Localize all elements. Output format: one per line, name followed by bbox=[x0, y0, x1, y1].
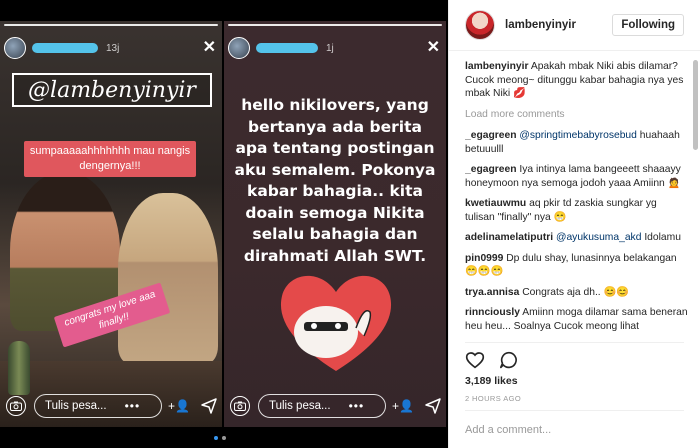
add-person-icon: +👤 bbox=[168, 399, 190, 413]
post-photo[interactable]: 13j ✕ @lambenyinyir sumpaaaaahhhhhhh mau… bbox=[0, 0, 448, 448]
story-reply-field: Tulis pesa... ••• bbox=[258, 394, 386, 418]
more-icon: ••• bbox=[124, 399, 141, 413]
post-actions bbox=[465, 342, 684, 369]
story-username-redacted bbox=[32, 43, 98, 53]
heart-sticker-icon bbox=[280, 275, 392, 371]
post-sidebar: lambenyinyir Following lambenyinyir Apak… bbox=[448, 0, 700, 448]
story-progress-bar bbox=[4, 24, 218, 26]
pager-dot[interactable] bbox=[222, 436, 226, 440]
story-screenshot-left: 13j ✕ @lambenyinyir sumpaaaaahhhhhhh mau… bbox=[0, 21, 222, 427]
story-announcement-text: hello nikilovers, yang bertanya ada beri… bbox=[234, 96, 436, 265]
comment-item: pin0999 Dp dulu shay, lunasinnya belakan… bbox=[465, 252, 688, 279]
story-avatar bbox=[4, 37, 26, 59]
comment-item: _egagreen Iya intinya lama bangeeett sha… bbox=[465, 163, 688, 190]
comment-icon[interactable] bbox=[499, 351, 519, 369]
close-icon: ✕ bbox=[426, 39, 440, 56]
comment-username[interactable]: adelinamelatiputri bbox=[465, 232, 553, 243]
add-person-icon: +👤 bbox=[392, 399, 414, 413]
comment-item: kwetiauwmu aq pkir td zaskia sungkar yg … bbox=[465, 197, 688, 224]
send-icon bbox=[425, 398, 441, 414]
comment-username[interactable]: pin0999 bbox=[465, 253, 503, 264]
story-avatar bbox=[228, 37, 250, 59]
close-icon: ✕ bbox=[202, 39, 216, 56]
comments-list[interactable]: lambenyinyir Apakah mbak Niki abis dilam… bbox=[465, 60, 688, 336]
story-progress-bar bbox=[228, 24, 442, 26]
add-comment-input[interactable]: Add a comment... bbox=[465, 410, 684, 436]
story-caption-red: sumpaaaaahhhhhhh mau nangis dengernya!!! bbox=[24, 141, 196, 177]
reply-placeholder: Tulis pesa... bbox=[269, 400, 331, 412]
comment-text: Idolamu bbox=[644, 232, 681, 243]
comment-item: _egagreen @springtimebabyrosebud huahaah… bbox=[465, 129, 688, 156]
following-button[interactable]: Following bbox=[612, 14, 684, 36]
instagram-post-view: 13j ✕ @lambenyinyir sumpaaaaahhhhhhh mau… bbox=[0, 0, 700, 448]
load-more-comments-link[interactable]: Load more comments bbox=[465, 108, 688, 122]
story-username-redacted bbox=[256, 43, 318, 53]
more-icon: ••• bbox=[348, 399, 365, 413]
comment-mention-link[interactable]: @ayukusuma_akd bbox=[556, 232, 641, 243]
carousel-pager[interactable] bbox=[214, 436, 226, 440]
story-handle-text: @lambenyinyir bbox=[12, 73, 212, 107]
post-username[interactable]: lambenyinyir bbox=[505, 19, 576, 31]
post-caption: lambenyinyir Apakah mbak Niki abis dilam… bbox=[465, 60, 688, 101]
comment-username[interactable]: trya.annisa bbox=[465, 287, 519, 298]
post-timestamp: 2 HOURS AGO bbox=[465, 394, 522, 403]
camera-icon bbox=[230, 396, 250, 416]
comment-username[interactable]: rinnciously bbox=[465, 307, 520, 318]
reply-placeholder: Tulis pesa... bbox=[45, 400, 107, 412]
story-reply-bar: Tulis pesa... ••• +👤 bbox=[4, 393, 218, 419]
avatar[interactable] bbox=[465, 10, 495, 40]
story-header: 13j ✕ bbox=[4, 35, 216, 61]
person-right-hijab bbox=[118, 193, 218, 363]
like-count[interactable]: 3,189 likes bbox=[465, 375, 518, 387]
story-time: 13j bbox=[106, 42, 120, 54]
story-header: 1j ✕ bbox=[228, 35, 440, 61]
comment-username[interactable]: _egagreen bbox=[465, 164, 517, 175]
story-screenshot-right: 1j ✕ hello nikilovers, yang bertanya ada… bbox=[224, 21, 446, 427]
pager-dot-active[interactable] bbox=[214, 436, 218, 440]
comment-text: Congrats aja dh.. 😊😊 bbox=[522, 286, 630, 298]
story-reply-field: Tulis pesa... ••• bbox=[34, 394, 162, 418]
comment-username[interactable]: kwetiauwmu bbox=[465, 198, 526, 209]
bottle bbox=[8, 341, 30, 395]
send-icon bbox=[201, 398, 217, 414]
scrollbar[interactable] bbox=[693, 60, 698, 150]
post-header: lambenyinyir Following bbox=[449, 0, 700, 51]
caption-username[interactable]: lambenyinyir bbox=[465, 61, 529, 72]
comment-mention-link[interactable]: @springtimebabyrosebud bbox=[519, 130, 637, 141]
story-reply-bar: Tulis pesa... ••• +👤 bbox=[228, 393, 442, 419]
comment-item: rinnciously Amiinn moga dilamar sama ben… bbox=[465, 306, 688, 333]
heart-like-icon[interactable] bbox=[465, 351, 485, 369]
comment-username[interactable]: _egagreen bbox=[465, 130, 517, 141]
camera-icon bbox=[6, 396, 26, 416]
comment-item: adelinamelatiputri @ayukusuma_akd Idolam… bbox=[465, 231, 688, 245]
story-time: 1j bbox=[326, 42, 334, 54]
comment-item: trya.annisa Congrats aja dh.. 😊😊 bbox=[465, 286, 688, 300]
